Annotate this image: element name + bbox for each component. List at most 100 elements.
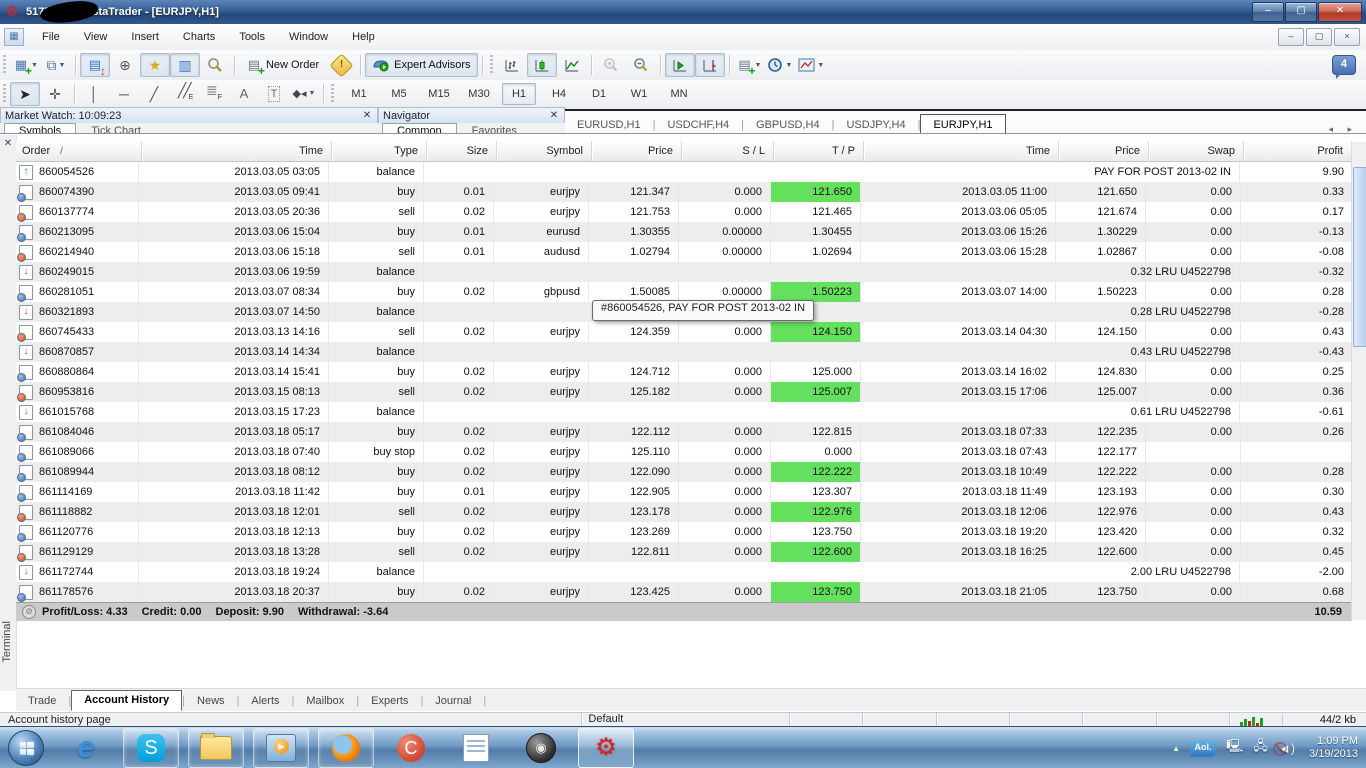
table-row[interactable]: 8602130952013.03.06 15:04buy0.01eurusd1.… xyxy=(16,222,1352,242)
zoom-in-button[interactable] xyxy=(596,53,626,77)
column-header-price[interactable]: Price xyxy=(592,141,682,161)
navigator-tab-favorites[interactable]: Favorites xyxy=(457,123,532,133)
timeframe-m5[interactable]: M5 xyxy=(382,83,416,105)
table-row[interactable]: 8610899442013.03.18 08:12buy0.02eurjpy12… xyxy=(16,462,1352,482)
chart-shift-button[interactable] xyxy=(695,53,725,77)
table-row[interactable]: 8608808642013.03.14 15:41buy0.02eurjpy12… xyxy=(16,362,1352,382)
table-row[interactable]: 8602149402013.03.06 15:18sell0.01audusd1… xyxy=(16,242,1352,262)
table-row[interactable]: ↓8611727442013.03.18 19:24balance2.00 LR… xyxy=(16,562,1352,582)
table-row[interactable]: 8602810512013.03.07 08:34buy0.02gbpusd1.… xyxy=(16,282,1352,302)
chart-tab-usdjpy-h4[interactable]: USDJPY,H4 xyxy=(834,116,917,133)
status-profile[interactable]: Default xyxy=(581,713,788,727)
close-button[interactable]: ✕ xyxy=(1318,2,1362,22)
templates-button[interactable]: ▼ xyxy=(795,53,827,77)
table-row[interactable]: 8610840462013.03.18 05:17buy0.02eurjpy12… xyxy=(16,422,1352,442)
market-watch-tab-symbols[interactable]: Symbols xyxy=(4,123,76,133)
table-row[interactable]: 8611188822013.03.18 12:01sell0.02eurjpy1… xyxy=(16,502,1352,522)
taskbar-file-explorer-icon[interactable] xyxy=(188,728,244,768)
notification-bubble[interactable]: 4 xyxy=(1332,55,1356,75)
table-row[interactable]: 8611291292013.03.18 13:28sell0.02eurjpy1… xyxy=(16,542,1352,562)
candlestick-chart-button[interactable] xyxy=(527,53,557,77)
column-header-type[interactable]: Type xyxy=(332,141,427,161)
chart-tab-usdchf-h4[interactable]: USDCHF,H4 xyxy=(655,116,741,133)
column-header-size[interactable]: Size xyxy=(427,141,497,161)
terminal-toggle-button[interactable]: ▥ xyxy=(170,53,200,77)
timeframe-h1[interactable]: H1 xyxy=(502,83,536,105)
menu-help[interactable]: Help xyxy=(340,27,387,47)
timeframe-h4[interactable]: H4 xyxy=(542,83,576,105)
terminal-tab-alerts[interactable]: Alerts xyxy=(239,692,291,711)
start-button[interactable] xyxy=(8,730,44,766)
indicators-button[interactable]: ▤+▼ xyxy=(734,53,765,77)
terminal-close-icon[interactable]: ✕ xyxy=(2,138,14,149)
maximize-button[interactable]: ▢ xyxy=(1285,2,1317,22)
chart-tab-eurjpy-h1[interactable]: EURJPY,H1 xyxy=(920,114,1005,133)
trendline-tool-button[interactable]: ╱ xyxy=(139,82,169,106)
market-watch-toggle-button[interactable]: ▤↕ xyxy=(80,53,110,77)
taskbar-firefox-icon[interactable] xyxy=(318,728,374,768)
equidistant-channel-tool-button[interactable]: ╱╱E xyxy=(169,82,199,106)
chart-tab-eurusd-h1[interactable]: EURUSD,H1 xyxy=(565,116,653,133)
mdi-close-button[interactable]: × xyxy=(1334,28,1360,46)
table-row[interactable]: 8607454332013.03.13 14:16sell0.02eurjpy1… xyxy=(16,322,1352,342)
text-label-tool-button[interactable]: T xyxy=(259,82,289,106)
taskbar-media-badge-icon[interactable]: ◉ xyxy=(513,728,569,768)
periods-button[interactable]: ▼ xyxy=(764,53,795,77)
line-chart-button[interactable] xyxy=(557,53,587,77)
column-header-tp[interactable]: T / P xyxy=(774,141,864,161)
menu-insert[interactable]: Insert xyxy=(119,27,171,47)
cursor-tool-button[interactable]: ➤ xyxy=(10,82,40,106)
terminal-tab-account-history[interactable]: Account History xyxy=(71,690,182,711)
network-tray-icon[interactable]: 🖧 xyxy=(1253,737,1268,759)
chart-tab-scroll-arrows[interactable]: ◂ ▸ xyxy=(1328,124,1358,133)
table-row[interactable]: 8600743902013.03.05 09:41buy0.01eurjpy12… xyxy=(16,182,1352,202)
chart-tab-gbpusd-h4[interactable]: GBPUSD,H4 xyxy=(744,116,832,133)
taskbar-instatrader-icon[interactable]: ⚙ xyxy=(578,728,634,768)
menu-view[interactable]: View xyxy=(72,27,120,47)
table-row[interactable]: ↑8600545262013.03.05 03:05balancePAY FOR… xyxy=(16,162,1352,182)
market-watch-tab-tick-chart[interactable]: Tick Chart xyxy=(76,123,156,133)
expert-advisors-button[interactable]: Expert Advisors xyxy=(365,53,477,77)
show-hidden-icons-button[interactable]: ▲ xyxy=(1172,744,1180,753)
warning-icon[interactable]: ! xyxy=(326,53,356,77)
taskbar-media-player-icon[interactable] xyxy=(253,728,309,768)
terminal-tab-mailbox[interactable]: Mailbox xyxy=(294,692,356,711)
data-window-button[interactable]: ⊕ xyxy=(110,53,140,77)
column-header-symbol[interactable]: Symbol xyxy=(497,141,592,161)
column-header-profit[interactable]: Profit xyxy=(1244,141,1352,161)
terminal-tab-journal[interactable]: Journal xyxy=(423,692,483,711)
navigator-tab-common[interactable]: Common xyxy=(382,123,457,133)
market-watch-close-icon[interactable]: ✕ xyxy=(361,110,373,121)
navigator-header[interactable]: Navigator ✕ xyxy=(378,107,565,123)
arrows-tool-button[interactable]: ◆◂▼ xyxy=(289,82,319,106)
taskbar-notepad-icon[interactable] xyxy=(448,728,504,768)
auto-scroll-button[interactable] xyxy=(665,53,695,77)
toolbar-grip[interactable] xyxy=(2,55,7,75)
mdi-minimize-button[interactable]: – xyxy=(1278,28,1304,46)
table-row[interactable]: 8611207762013.03.18 12:13buy0.02eurjpy12… xyxy=(16,522,1352,542)
bar-chart-button[interactable] xyxy=(497,53,527,77)
column-header-price[interactable]: Price xyxy=(1059,141,1149,161)
power-tray-icon[interactable]: 🖳 xyxy=(1226,737,1243,759)
table-row[interactable]: ↓8608708572013.03.14 14:34balance0.43 LR… xyxy=(16,342,1352,362)
new-order-button[interactable]: ▤+ New Order xyxy=(239,53,326,77)
table-row[interactable]: 8609538162013.03.15 08:13sell0.02eurjpy1… xyxy=(16,382,1352,402)
column-header-sl[interactable]: S / L xyxy=(682,141,774,161)
terminal-tab-news[interactable]: News xyxy=(185,692,237,711)
toolbar-grip[interactable] xyxy=(489,55,494,75)
toolbar-grip[interactable] xyxy=(330,84,335,104)
menu-charts[interactable]: Charts xyxy=(171,27,227,47)
timeframe-m1[interactable]: M1 xyxy=(342,83,376,105)
timeframe-mn[interactable]: MN xyxy=(662,83,696,105)
market-watch-header[interactable]: Market Watch: 10:09:23 ✕ xyxy=(0,107,378,123)
table-row[interactable]: 8611785762013.03.18 20:37buy0.02eurjpy12… xyxy=(16,582,1352,602)
mdi-restore-button[interactable]: ▢ xyxy=(1306,28,1332,46)
toolbar-grip[interactable] xyxy=(2,84,7,104)
aol-tray-icon[interactable]: Aol. xyxy=(1190,739,1216,757)
timeframe-m30[interactable]: M30 xyxy=(462,83,496,105)
table-row[interactable]: 8611141692013.03.18 11:42buy0.01eurjpy12… xyxy=(16,482,1352,502)
new-chart-button[interactable]: ▦+▼ xyxy=(10,53,41,77)
profiles-button[interactable]: ⧉▼ xyxy=(41,53,71,77)
horizontal-line-tool-button[interactable]: ─ xyxy=(109,82,139,106)
fibonacci-tool-button[interactable]: ≣F xyxy=(199,82,229,106)
